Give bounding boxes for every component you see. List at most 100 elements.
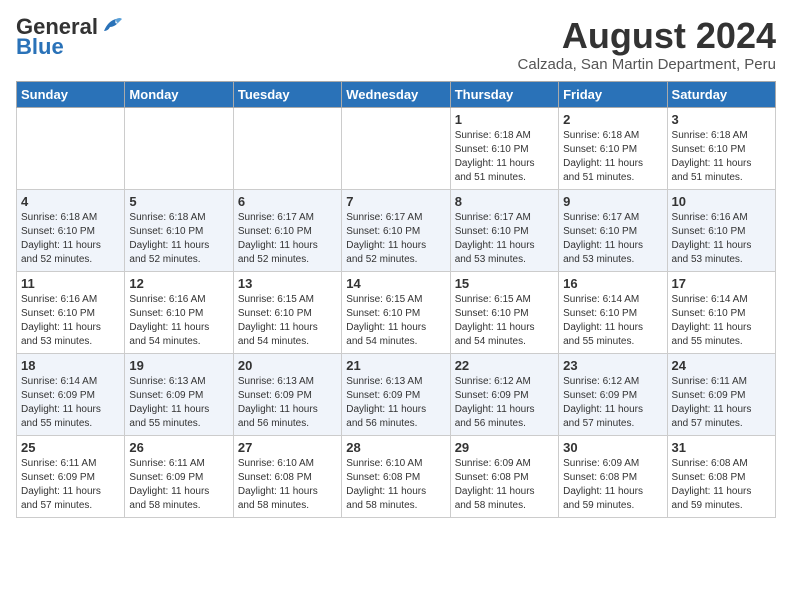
calendar-cell: 8 Sunrise: 6:17 AM Sunset: 6:10 PM Daylig… bbox=[450, 189, 558, 271]
day-info: Sunrise: 6:15 AM Sunset: 6:10 PM Dayligh… bbox=[455, 293, 554, 349]
day-info: Sunrise: 6:16 AM Sunset: 6:10 PM Dayligh… bbox=[21, 293, 120, 349]
day-number: 4 bbox=[21, 194, 120, 209]
col-header-monday: Monday bbox=[125, 81, 233, 107]
day-info: Sunrise: 6:13 AM Sunset: 6:09 PM Dayligh… bbox=[346, 375, 445, 431]
col-header-friday: Friday bbox=[559, 81, 667, 107]
title-block: August 2024 Calzada, San Martin Departme… bbox=[518, 16, 776, 73]
day-number: 21 bbox=[346, 358, 445, 373]
calendar-cell: 28 Sunrise: 6:10 AM Sunset: 6:08 PM Dayli… bbox=[342, 435, 450, 517]
day-info: Sunrise: 6:13 AM Sunset: 6:09 PM Dayligh… bbox=[238, 375, 337, 431]
day-number: 23 bbox=[563, 358, 662, 373]
calendar-cell: 2 Sunrise: 6:18 AM Sunset: 6:10 PM Daylig… bbox=[559, 107, 667, 189]
day-number: 5 bbox=[129, 194, 228, 209]
day-number: 6 bbox=[238, 194, 337, 209]
day-number: 3 bbox=[672, 112, 771, 127]
day-number: 27 bbox=[238, 440, 337, 455]
calendar-cell: 23Sunrise: 6:12 AM Sunset: 6:09 PM Dayli… bbox=[559, 353, 667, 435]
calendar-cell: 11 Sunrise: 6:16 AM Sunset: 6:10 PM Dayli… bbox=[17, 271, 125, 353]
calendar-cell: 24 Sunrise: 6:11 AM Sunset: 6:09 PM Dayli… bbox=[667, 353, 775, 435]
calendar-cell: 4 Sunrise: 6:18 AM Sunset: 6:10 PM Daylig… bbox=[17, 189, 125, 271]
day-number: 1 bbox=[455, 112, 554, 127]
calendar-cell: 3Sunrise: 6:18 AM Sunset: 6:10 PM Daylig… bbox=[667, 107, 775, 189]
calendar-week-row: 25Sunrise: 6:11 AM Sunset: 6:09 PM Dayli… bbox=[17, 435, 776, 517]
calendar-cell: 18Sunrise: 6:14 AM Sunset: 6:09 PM Dayli… bbox=[17, 353, 125, 435]
calendar-week-row: 18Sunrise: 6:14 AM Sunset: 6:09 PM Dayli… bbox=[17, 353, 776, 435]
day-info: Sunrise: 6:12 AM Sunset: 6:09 PM Dayligh… bbox=[455, 375, 554, 431]
logo-bird-icon bbox=[100, 17, 122, 35]
day-info: Sunrise: 6:14 AM Sunset: 6:10 PM Dayligh… bbox=[672, 293, 771, 349]
calendar-cell: 7 Sunrise: 6:17 AM Sunset: 6:10 PM Daylig… bbox=[342, 189, 450, 271]
logo-blue: Blue bbox=[16, 36, 64, 58]
col-header-thursday: Thursday bbox=[450, 81, 558, 107]
col-header-sunday: Sunday bbox=[17, 81, 125, 107]
calendar-week-row: 11 Sunrise: 6:16 AM Sunset: 6:10 PM Dayli… bbox=[17, 271, 776, 353]
calendar-cell: 1 Sunrise: 6:18 AM Sunset: 6:10 PM Daylig… bbox=[450, 107, 558, 189]
calendar-cell: 20Sunrise: 6:13 AM Sunset: 6:09 PM Dayli… bbox=[233, 353, 341, 435]
calendar-cell: 21 Sunrise: 6:13 AM Sunset: 6:09 PM Dayli… bbox=[342, 353, 450, 435]
calendar-header-row: SundayMondayTuesdayWednesdayThursdayFrid… bbox=[17, 81, 776, 107]
logo: General Blue bbox=[16, 16, 122, 58]
day-number: 31 bbox=[672, 440, 771, 455]
day-number: 30 bbox=[563, 440, 662, 455]
day-number: 11 bbox=[21, 276, 120, 291]
calendar-cell: 5Sunrise: 6:18 AM Sunset: 6:10 PM Daylig… bbox=[125, 189, 233, 271]
day-info: Sunrise: 6:18 AM Sunset: 6:10 PM Dayligh… bbox=[455, 129, 554, 185]
calendar-cell: 9 Sunrise: 6:17 AM Sunset: 6:10 PM Daylig… bbox=[559, 189, 667, 271]
day-info: Sunrise: 6:09 AM Sunset: 6:08 PM Dayligh… bbox=[455, 457, 554, 513]
calendar-cell: 6 Sunrise: 6:17 AM Sunset: 6:10 PM Daylig… bbox=[233, 189, 341, 271]
day-info: Sunrise: 6:11 AM Sunset: 6:09 PM Dayligh… bbox=[672, 375, 771, 431]
calendar-cell: 12 Sunrise: 6:16 AM Sunset: 6:10 PM Dayli… bbox=[125, 271, 233, 353]
calendar-cell: 26Sunrise: 6:11 AM Sunset: 6:09 PM Dayli… bbox=[125, 435, 233, 517]
col-header-tuesday: Tuesday bbox=[233, 81, 341, 107]
day-info: Sunrise: 6:10 AM Sunset: 6:08 PM Dayligh… bbox=[346, 457, 445, 513]
col-header-saturday: Saturday bbox=[667, 81, 775, 107]
day-info: Sunrise: 6:16 AM Sunset: 6:10 PM Dayligh… bbox=[129, 293, 228, 349]
day-info: Sunrise: 6:14 AM Sunset: 6:10 PM Dayligh… bbox=[563, 293, 662, 349]
day-number: 13 bbox=[238, 276, 337, 291]
calendar-cell: 14Sunrise: 6:15 AM Sunset: 6:10 PM Dayli… bbox=[342, 271, 450, 353]
day-info: Sunrise: 6:17 AM Sunset: 6:10 PM Dayligh… bbox=[563, 211, 662, 267]
calendar-cell: 19Sunrise: 6:13 AM Sunset: 6:09 PM Dayli… bbox=[125, 353, 233, 435]
day-info: Sunrise: 6:18 AM Sunset: 6:10 PM Dayligh… bbox=[563, 129, 662, 185]
calendar-cell: 29 Sunrise: 6:09 AM Sunset: 6:08 PM Dayli… bbox=[450, 435, 558, 517]
day-info: Sunrise: 6:17 AM Sunset: 6:10 PM Dayligh… bbox=[346, 211, 445, 267]
calendar-cell: 27Sunrise: 6:10 AM Sunset: 6:08 PM Dayli… bbox=[233, 435, 341, 517]
calendar-cell: 16Sunrise: 6:14 AM Sunset: 6:10 PM Dayli… bbox=[559, 271, 667, 353]
calendar-cell bbox=[17, 107, 125, 189]
calendar-cell: 22Sunrise: 6:12 AM Sunset: 6:09 PM Dayli… bbox=[450, 353, 558, 435]
day-info: Sunrise: 6:15 AM Sunset: 6:10 PM Dayligh… bbox=[238, 293, 337, 349]
day-info: Sunrise: 6:15 AM Sunset: 6:10 PM Dayligh… bbox=[346, 293, 445, 349]
calendar-cell bbox=[125, 107, 233, 189]
day-info: Sunrise: 6:08 AM Sunset: 6:08 PM Dayligh… bbox=[672, 457, 771, 513]
day-info: Sunrise: 6:16 AM Sunset: 6:10 PM Dayligh… bbox=[672, 211, 771, 267]
day-number: 26 bbox=[129, 440, 228, 455]
page-title: August 2024 bbox=[518, 16, 776, 56]
day-info: Sunrise: 6:17 AM Sunset: 6:10 PM Dayligh… bbox=[455, 211, 554, 267]
day-number: 9 bbox=[563, 194, 662, 209]
day-number: 17 bbox=[672, 276, 771, 291]
page-header: General Blue August 2024 Calzada, San Ma… bbox=[16, 16, 776, 73]
day-number: 7 bbox=[346, 194, 445, 209]
calendar-cell: 10 Sunrise: 6:16 AM Sunset: 6:10 PM Dayli… bbox=[667, 189, 775, 271]
calendar-cell: 31 Sunrise: 6:08 AM Sunset: 6:08 PM Dayli… bbox=[667, 435, 775, 517]
day-info: Sunrise: 6:18 AM Sunset: 6:10 PM Dayligh… bbox=[21, 211, 120, 267]
page-subtitle: Calzada, San Martin Department, Peru bbox=[518, 56, 776, 73]
day-info: Sunrise: 6:09 AM Sunset: 6:08 PM Dayligh… bbox=[563, 457, 662, 513]
calendar-cell: 13 Sunrise: 6:15 AM Sunset: 6:10 PM Dayli… bbox=[233, 271, 341, 353]
day-number: 2 bbox=[563, 112, 662, 127]
day-number: 28 bbox=[346, 440, 445, 455]
day-info: Sunrise: 6:17 AM Sunset: 6:10 PM Dayligh… bbox=[238, 211, 337, 267]
calendar-week-row: 4 Sunrise: 6:18 AM Sunset: 6:10 PM Daylig… bbox=[17, 189, 776, 271]
day-number: 12 bbox=[129, 276, 228, 291]
day-info: Sunrise: 6:11 AM Sunset: 6:09 PM Dayligh… bbox=[21, 457, 120, 513]
calendar-table: SundayMondayTuesdayWednesdayThursdayFrid… bbox=[16, 81, 776, 518]
calendar-cell bbox=[342, 107, 450, 189]
day-number: 18 bbox=[21, 358, 120, 373]
day-number: 29 bbox=[455, 440, 554, 455]
day-number: 10 bbox=[672, 194, 771, 209]
day-number: 15 bbox=[455, 276, 554, 291]
day-number: 8 bbox=[455, 194, 554, 209]
day-number: 24 bbox=[672, 358, 771, 373]
col-header-wednesday: Wednesday bbox=[342, 81, 450, 107]
calendar-cell: 30 Sunrise: 6:09 AM Sunset: 6:08 PM Dayli… bbox=[559, 435, 667, 517]
